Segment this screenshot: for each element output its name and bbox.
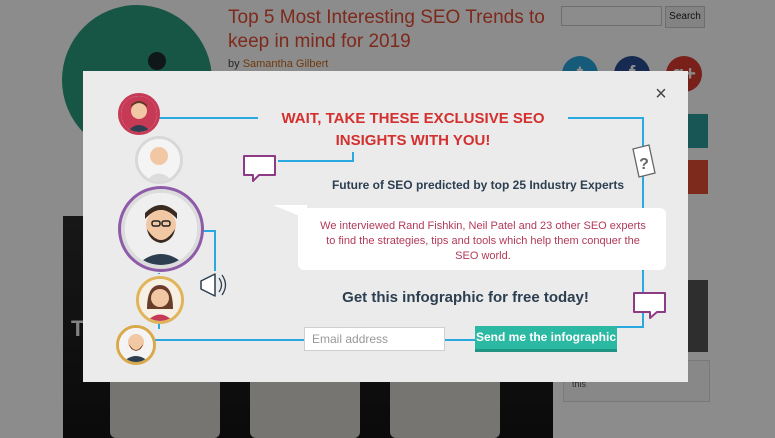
megaphone-icon	[200, 273, 227, 297]
expert-avatar	[118, 93, 160, 135]
close-icon[interactable]: ×	[651, 84, 671, 104]
description-text: We interviewed Rand Fishkin, Neil Patel …	[320, 220, 646, 262]
popup-subheadline: Future of SEO predicted by top 25 Indust…	[331, 178, 625, 192]
email-input[interactable]	[304, 327, 445, 351]
expert-avatar	[136, 276, 184, 324]
infographic-popup: ? × WAIT, TAKE THESE EXCLUSIVE SEO INSIG…	[83, 71, 688, 382]
svg-text:?: ?	[639, 156, 649, 173]
headline-line-1: WAIT, TAKE THESE EXCLUSIVE SEO	[281, 110, 545, 127]
cta-heading: Get this infographic for free today!	[342, 289, 589, 306]
speech-bubble-icon	[243, 155, 276, 182]
expert-avatar	[116, 325, 156, 365]
expert-avatar-featured	[121, 189, 201, 269]
headline-line-2: INSIGHTS WITH YOU!	[335, 132, 491, 149]
expert-avatar	[135, 136, 183, 184]
question-mark-icon: ?	[632, 144, 656, 178]
popup-headline: WAIT, TAKE THESE EXCLUSIVE SEO INSIGHTS …	[258, 108, 568, 152]
speech-bubble-icon	[633, 292, 666, 319]
send-infographic-button[interactable]: Send me the infographic	[475, 326, 617, 352]
